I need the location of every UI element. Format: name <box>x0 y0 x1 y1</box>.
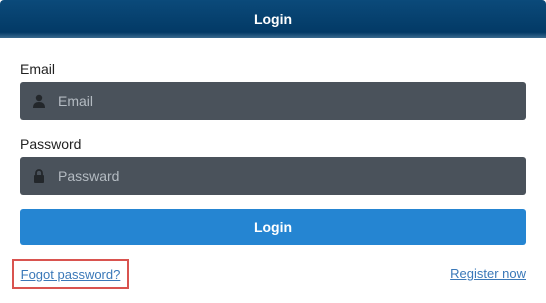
forgot-password-highlight: Fogot password? <box>12 259 129 289</box>
email-input[interactable] <box>58 82 526 120</box>
password-input-group[interactable] <box>20 157 526 195</box>
email-input-group[interactable] <box>20 82 526 120</box>
register-link[interactable]: Register now <box>450 266 526 281</box>
password-label: Password <box>20 136 82 152</box>
lock-icon <box>20 157 58 195</box>
user-icon <box>20 82 58 120</box>
forgot-password-link[interactable]: Fogot password? <box>21 267 121 282</box>
email-label: Email <box>20 61 56 77</box>
password-input[interactable] <box>58 157 526 195</box>
login-button[interactable]: Login <box>20 209 526 245</box>
header-title: Login <box>253 11 293 27</box>
login-header: Login <box>0 0 546 38</box>
